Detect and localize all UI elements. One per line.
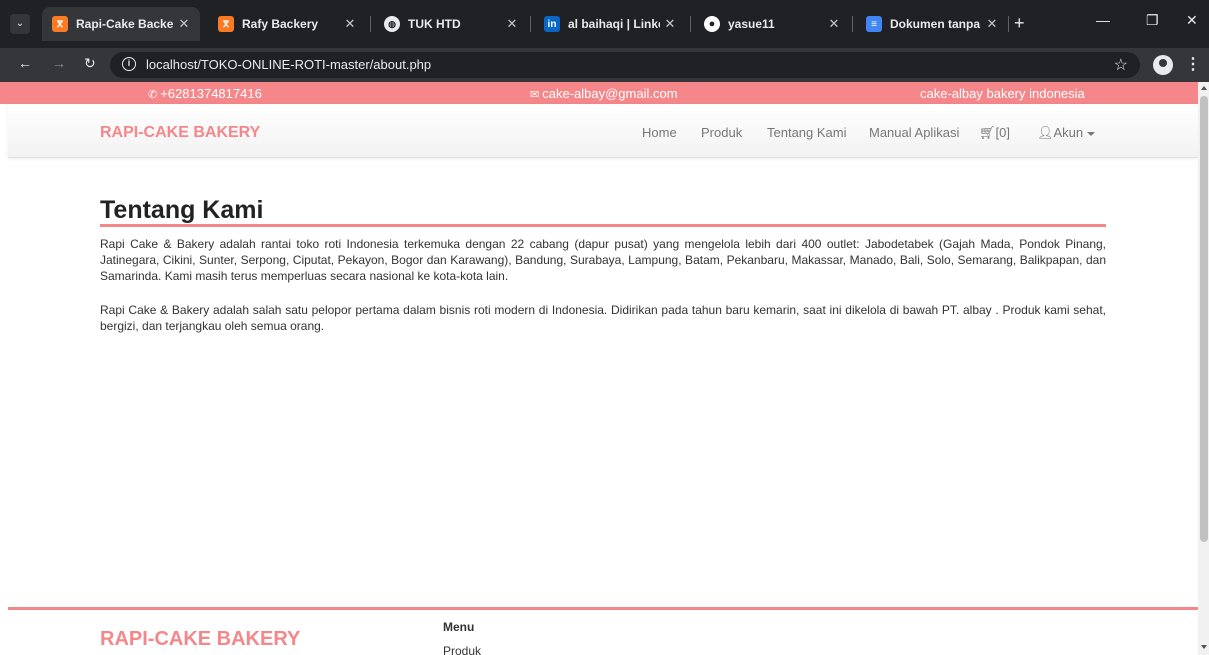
- nav-tentang-kami[interactable]: Tentang Kami: [767, 125, 847, 140]
- bookmark-star-icon[interactable]: ☆: [1114, 55, 1128, 75]
- forward-arrow-icon[interactable]: →: [52, 55, 66, 71]
- scroll-down-arrow-icon[interactable]: [1201, 645, 1207, 649]
- close-tab-icon[interactable]: ✕: [824, 16, 844, 32]
- reload-icon[interactable]: ↻: [84, 55, 96, 72]
- page-viewport: ✆ +6281374817416 ✉ cake-albay@gmail.com ca…: [0, 82, 1198, 655]
- topbar-tagline: cake-albay bakery indonesia: [920, 86, 1085, 101]
- xampp-icon: ⴳ: [218, 16, 234, 32]
- nav-produk[interactable]: Produk: [701, 125, 742, 140]
- tab-search-chevron-icon[interactable]: ⌄: [10, 14, 30, 34]
- page-title: Tentang Kami: [100, 196, 264, 224]
- cart-count: [0]: [995, 125, 1010, 140]
- tab-tuk-htd[interactable]: ◍ TUK HTD ✕: [374, 7, 528, 41]
- contact-topbar: ✆ +6281374817416 ✉ cake-albay@gmail.com ca…: [0, 82, 1198, 104]
- xampp-icon: ⴳ: [52, 16, 68, 32]
- phone-text: +6281374817416: [160, 86, 262, 101]
- nav-home[interactable]: Home: [642, 125, 677, 140]
- tab-google-docs[interactable]: ≡ Dokumen tanpa judul ✕: [856, 7, 1008, 41]
- browser-tab-strip: ⌄ ⴳ Rapi-Cake Backery ✕ ⴳ Rafy Backery ✕…: [0, 0, 1209, 48]
- address-url[interactable]: localhost/TOKO-ONLINE-ROTI-master/about.…: [146, 57, 431, 72]
- envelope-icon: ✉: [530, 89, 540, 101]
- site-info-icon[interactable]: i: [122, 57, 136, 71]
- brand-logo[interactable]: RAPI-CAKE BAKERY: [100, 124, 260, 142]
- footer-link-produk[interactable]: Produk: [443, 644, 481, 655]
- topbar-phone: ✆ +6281374817416: [148, 86, 262, 101]
- globe-icon: ◍: [384, 16, 400, 32]
- nav-akun-dropdown[interactable]: 👤︎Akun: [1037, 125, 1096, 141]
- new-tab-button[interactable]: +: [1014, 14, 1025, 32]
- about-paragraph-1: Rapi Cake & Bakery adalah rantai toko ro…: [100, 237, 1106, 283]
- user-icon: 👤︎: [1037, 125, 1054, 140]
- tab-rafy-backery[interactable]: ⴳ Rafy Backery ✕: [208, 7, 366, 41]
- footer-menu-title: Menu: [443, 620, 475, 634]
- tab-title: al baihaqi | LinkedIn: [568, 17, 660, 31]
- tab-title: Dokumen tanpa judul: [890, 17, 982, 31]
- restore-icon[interactable]: ❐: [1146, 12, 1159, 29]
- tab-github[interactable]: ● yasue11 ✕: [694, 7, 850, 41]
- tab-title: Rapi-Cake Backery: [76, 17, 174, 31]
- site-navbar: RAPI-CAKE BAKERY Home Produk Tentang Kam…: [8, 104, 1198, 158]
- github-icon: ●: [704, 16, 720, 32]
- tab-linkedin[interactable]: in al baihaqi | LinkedIn ✕: [534, 7, 686, 41]
- close-tab-icon[interactable]: ✕: [340, 16, 360, 32]
- phone-icon: ✆: [148, 89, 158, 101]
- tab-title: yasue11: [728, 17, 775, 31]
- back-arrow-icon[interactable]: ←: [18, 55, 32, 71]
- close-tab-icon[interactable]: ✕: [982, 16, 1002, 32]
- about-paragraph-2: Rapi Cake & Bakery adalah salah satu pel…: [100, 303, 1106, 333]
- address-bar[interactable]: i localhost/TOKO-ONLINE-ROTI-master/abou…: [110, 52, 1140, 78]
- footer-divider: [8, 607, 1198, 610]
- vertical-scrollbar[interactable]: [1198, 82, 1209, 655]
- topbar-email: ✉ cake-albay@gmail.com: [530, 86, 678, 101]
- tab-rapi-cake-backery[interactable]: ⴳ Rapi-Cake Backery ✕: [42, 7, 200, 41]
- cart-icon: 🛒︎: [979, 125, 996, 140]
- email-text: cake-albay@gmail.com: [542, 86, 678, 101]
- close-tab-icon[interactable]: ✕: [174, 16, 194, 32]
- close-tab-icon[interactable]: ✕: [660, 16, 680, 32]
- nav-cart[interactable]: 🛒︎[0]: [979, 125, 1010, 141]
- minimize-icon[interactable]: —: [1096, 12, 1110, 28]
- google-docs-icon: ≡: [866, 16, 882, 32]
- browser-toolbar: ← → ↻ i localhost/TOKO-ONLINE-ROTI-maste…: [0, 48, 1209, 82]
- linkedin-icon: in: [544, 16, 560, 32]
- close-tab-icon[interactable]: ✕: [502, 16, 522, 32]
- tab-title: Rafy Backery: [242, 17, 319, 31]
- profile-avatar-icon[interactable]: [1153, 55, 1173, 75]
- caret-down-icon: [1087, 131, 1096, 136]
- footer-brand: RAPI-CAKE BAKERY: [100, 628, 301, 650]
- tab-title: TUK HTD: [408, 17, 461, 31]
- nav-manual-aplikasi[interactable]: Manual Aplikasi: [869, 125, 959, 140]
- scroll-thumb[interactable]: [1200, 96, 1208, 542]
- akun-label: Akun: [1053, 125, 1084, 140]
- menu-kebab-icon[interactable]: ⋮: [1185, 54, 1201, 74]
- scroll-up-arrow-icon[interactable]: [1201, 86, 1207, 90]
- close-window-icon[interactable]: ✕: [1186, 12, 1198, 29]
- title-divider: [100, 224, 1106, 227]
